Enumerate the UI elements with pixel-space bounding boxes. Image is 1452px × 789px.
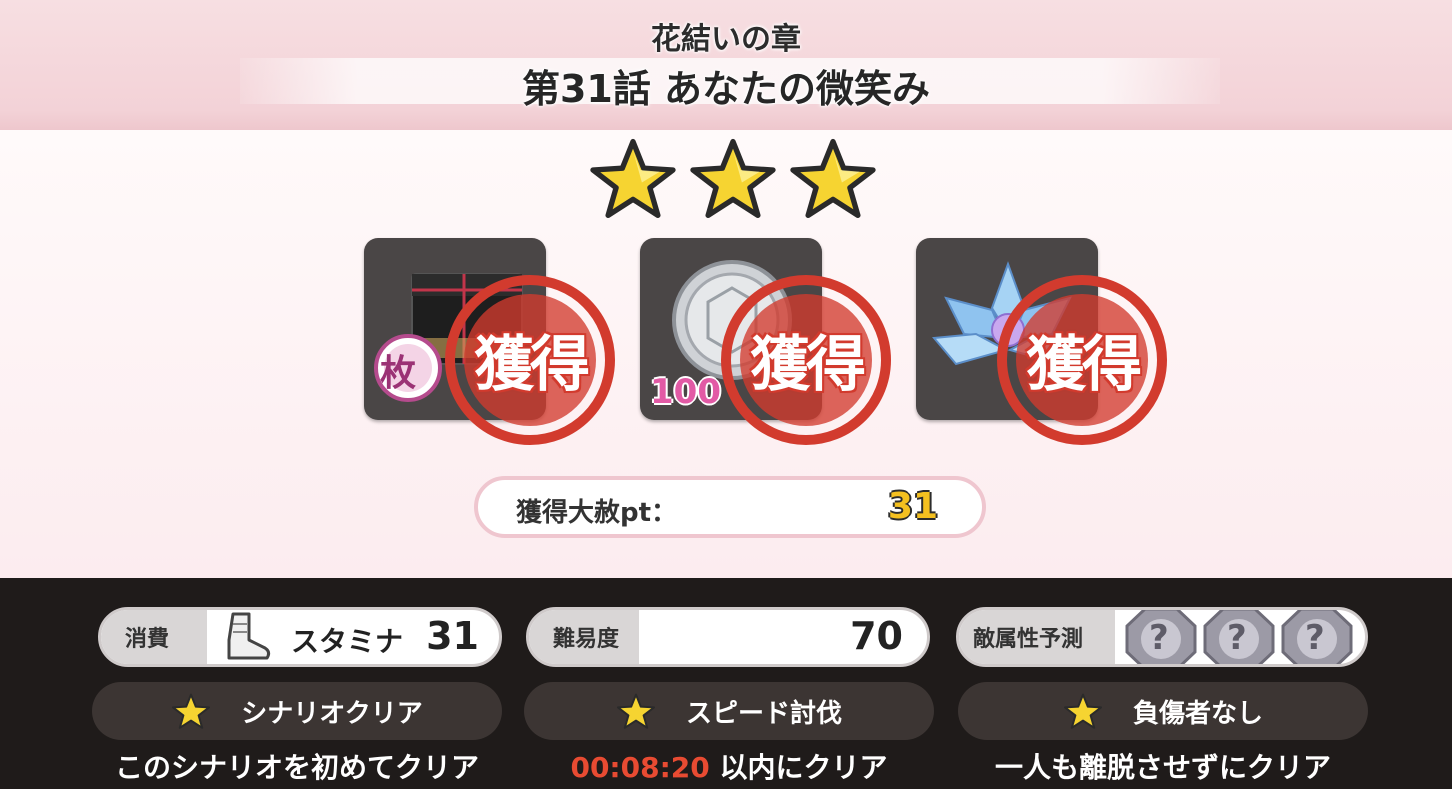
points-label: 獲得大赦pt： [516, 498, 678, 528]
result-header: 花結いの章 第31話 あなたの微笑み [0, 0, 1452, 130]
condition-speed-clear: スピード討伐 [524, 682, 934, 740]
condition-desc-speed: 00:08:20 以内にクリア [524, 746, 934, 786]
stamp-text: 獲得 [1026, 330, 1142, 400]
star-icon [690, 138, 776, 218]
reward-badge-text: 枚 [380, 353, 417, 394]
chapter-title: 花結いの章 [651, 22, 801, 57]
condition-desc: 一人も離脱させずにクリア [994, 751, 1331, 784]
difficulty-value: 70 [850, 614, 903, 658]
consume-label: 消費 [101, 610, 207, 664]
stamina-cost-panel: 消費 スタミナ 31 [98, 607, 502, 667]
difficulty-panel: 難易度 70 [526, 607, 930, 667]
acquired-stamp: 獲得 [442, 272, 618, 448]
reward-quantity: 100 [650, 372, 721, 412]
enemy-attribute-label: 敵属性予測 [959, 610, 1115, 664]
star-icon [1063, 693, 1102, 729]
points-value: 31 [887, 486, 938, 527]
unknown-attribute-text: ? [1149, 618, 1169, 658]
star-rating [588, 138, 878, 218]
condition-label: シナリオクリア [241, 698, 423, 729]
stamp-text: 獲得 [750, 330, 866, 400]
episode-title: 第31話 あなたの微笑み [521, 67, 931, 111]
condition-desc: このシナリオを初めてクリア [114, 751, 479, 784]
condition-scenario-clear: シナリオクリア [92, 682, 502, 740]
time-limit: 00:08:20 [570, 751, 710, 784]
enemy-attribute-panel: 敵属性予測 ? ? ? [956, 607, 1368, 667]
condition-label: 負傷者なし [1132, 698, 1263, 729]
difficulty-label: 難易度 [529, 610, 639, 664]
condition-label: スピード討伐 [685, 698, 842, 729]
unknown-attribute-text: ? [1305, 618, 1325, 658]
acquired-stamp: 獲得 [718, 272, 894, 448]
acquired-stamp: 獲得 [994, 272, 1170, 448]
stamina-label: スタミナ [291, 625, 404, 658]
star-icon [616, 693, 655, 729]
unknown-attribute-text: ? [1227, 618, 1247, 658]
star-icon [590, 138, 676, 218]
condition-no-injury: 負傷者なし [958, 682, 1368, 740]
stamina-value: 31 [426, 614, 479, 658]
stamp-text: 獲得 [474, 330, 590, 400]
star-icon [172, 693, 211, 729]
condition-desc: 以内にクリア [719, 751, 888, 784]
boot-icon [227, 612, 271, 660]
star-icon [790, 138, 876, 218]
points-bar: 獲得大赦pt： 31 [474, 476, 986, 538]
